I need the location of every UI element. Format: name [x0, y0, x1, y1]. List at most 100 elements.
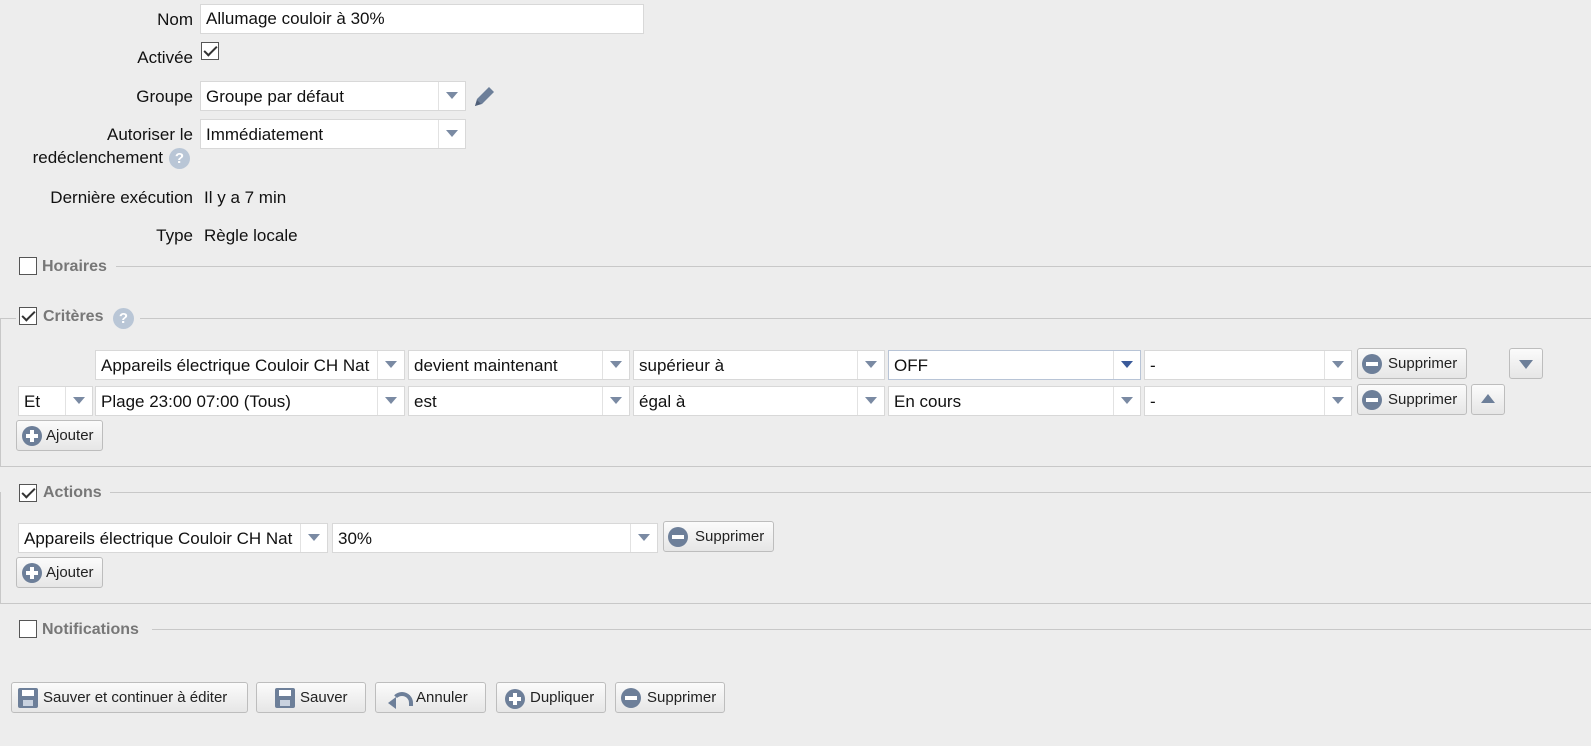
chevron-down-icon	[602, 351, 629, 379]
critere-2-device-select[interactable]: Plage 23:00 07:00 (Tous)	[95, 386, 405, 416]
critere-2-value: En cours	[894, 392, 962, 411]
chevron-down-icon	[602, 387, 629, 415]
criteres-add-button[interactable]: Ajouter	[16, 420, 103, 451]
critere-2-value-select[interactable]: En cours	[888, 386, 1141, 416]
help-icon[interactable]: ?	[169, 148, 190, 169]
minus-circle-icon	[1362, 354, 1382, 374]
action-1-delete-button[interactable]: Supprimer	[663, 521, 774, 552]
cancel-button[interactable]: Annuler	[375, 682, 486, 713]
critere-2-device: Plage 23:00 07:00 (Tous)	[101, 392, 291, 411]
chevron-down-icon	[300, 524, 327, 552]
critere-2-comparator: égal à	[639, 392, 686, 411]
critere-1-device: Appareils électrique Couloir CH Nat	[101, 356, 370, 375]
criteres-divider	[140, 318, 1591, 319]
actions-divider	[110, 492, 1591, 493]
critere-2-comparator-select[interactable]: égal à	[633, 386, 885, 416]
critere-1-extra-select[interactable]: -	[1144, 350, 1352, 380]
groupe-label: Groupe	[136, 87, 193, 106]
critere-1-delete-button[interactable]: Supprimer	[1357, 348, 1467, 379]
minus-circle-icon	[668, 527, 688, 547]
action-1-value-select[interactable]: 30%	[332, 523, 658, 553]
critere-1-value-select[interactable]: OFF	[888, 350, 1141, 380]
actions-checkbox[interactable]	[19, 484, 37, 502]
save-continue-label: Sauver et continuer à éditer	[43, 689, 228, 706]
chevron-down-icon	[630, 524, 657, 552]
arrow-down-icon[interactable]	[1509, 348, 1543, 379]
horaires-title: Horaires	[42, 258, 107, 275]
critere-1-verb: devient maintenant	[414, 356, 558, 375]
critere-1-verb-select[interactable]: devient maintenant	[408, 350, 630, 380]
critere-2-conj: Et	[24, 392, 41, 411]
critere-1-comparator: supérieur à	[639, 356, 725, 375]
autoriser-label-line2: redéclenchement	[32, 148, 163, 167]
horaires-divider	[116, 266, 1591, 267]
criteres-divider	[0, 318, 16, 319]
save-label: Sauver	[300, 689, 348, 706]
chevron-down-icon	[1113, 387, 1140, 415]
notifications-title: Notifications	[42, 621, 139, 638]
action-1-delete-label: Supprimer	[695, 528, 765, 545]
autoriser-select[interactable]: Immédiatement	[200, 119, 466, 149]
help-icon[interactable]: ?	[113, 308, 134, 329]
critere-2-verb: est	[414, 392, 437, 411]
critere-1-value: OFF	[894, 356, 928, 375]
critere-1-delete-label: Supprimer	[1388, 355, 1458, 372]
critere-2-verb-select[interactable]: est	[408, 386, 630, 416]
action-1-device: Appareils électrique Couloir CH Nat	[24, 529, 293, 548]
critere-1-comparator-select[interactable]: supérieur à	[633, 350, 885, 380]
plus-circle-icon	[505, 689, 525, 709]
chevron-down-icon	[65, 387, 92, 415]
nom-label: Nom	[157, 10, 193, 29]
chevron-down-icon	[377, 351, 404, 379]
chevron-down-icon	[377, 387, 404, 415]
critere-2-delete-button[interactable]: Supprimer	[1357, 384, 1467, 415]
activee-checkbox[interactable]	[201, 42, 219, 60]
plus-circle-icon	[22, 563, 42, 583]
save-continue-button[interactable]: Sauver et continuer à éditer	[11, 682, 248, 713]
save-button[interactable]: Sauver	[256, 682, 366, 713]
activee-label: Activée	[137, 48, 193, 67]
notifications-divider	[152, 629, 1591, 630]
duplicate-label: Dupliquer	[530, 689, 595, 706]
autoriser-select-value: Immédiatement	[206, 125, 324, 144]
chevron-down-icon	[857, 351, 884, 379]
minus-circle-icon	[621, 688, 641, 708]
critere-1-extra: -	[1150, 356, 1156, 375]
critere-1-device-select[interactable]: Appareils électrique Couloir CH Nat	[95, 350, 405, 380]
chevron-down-icon	[857, 387, 884, 415]
critere-2-extra: -	[1150, 392, 1156, 411]
criteres-border-left	[0, 318, 1, 466]
groupe-select[interactable]: Groupe par défaut	[200, 81, 466, 111]
actions-border-left	[0, 492, 1, 603]
actions-add-label: Ajouter	[46, 564, 94, 581]
minus-circle-icon	[1362, 390, 1382, 410]
nom-input[interactable]: Allumage couloir à 30%	[200, 4, 644, 34]
derniere-execution-value: Il y a 7 min	[204, 188, 287, 207]
criteres-border-bottom	[0, 466, 1591, 467]
pencil-icon[interactable]	[471, 84, 497, 110]
save-icon	[18, 688, 38, 708]
critere-2-delete-label: Supprimer	[1388, 391, 1458, 408]
horaires-checkbox[interactable]	[19, 257, 37, 275]
critere-2-extra-select[interactable]: -	[1144, 386, 1352, 416]
plus-circle-icon	[22, 426, 42, 446]
chevron-down-icon	[1324, 351, 1351, 379]
critere-2-conj-select[interactable]: Et	[18, 386, 93, 416]
criteres-add-label: Ajouter	[46, 427, 94, 444]
save-icon	[275, 688, 295, 708]
derniere-execution-label: Dernière exécution	[50, 188, 193, 207]
delete-label: Supprimer	[647, 689, 717, 706]
delete-button[interactable]: Supprimer	[615, 682, 725, 713]
action-1-device-select[interactable]: Appareils électrique Couloir CH Nat	[18, 523, 328, 553]
chevron-down-icon	[438, 82, 465, 110]
duplicate-button[interactable]: Dupliquer	[496, 682, 606, 713]
type-value: Règle locale	[204, 226, 298, 245]
undo-icon	[388, 689, 413, 709]
chevron-down-icon	[1324, 387, 1351, 415]
chevron-down-icon	[438, 120, 465, 148]
arrow-up-icon[interactable]	[1471, 384, 1505, 415]
actions-title: Actions	[43, 484, 102, 501]
actions-add-button[interactable]: Ajouter	[16, 557, 103, 588]
criteres-checkbox[interactable]	[19, 307, 37, 325]
notifications-checkbox[interactable]	[19, 620, 37, 638]
